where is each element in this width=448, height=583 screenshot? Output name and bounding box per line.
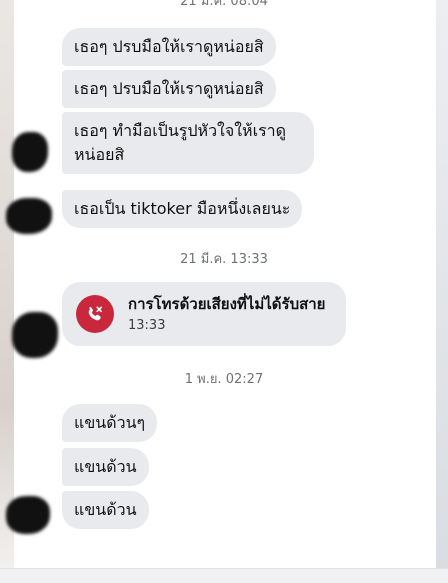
missed-call-icon [76,295,114,333]
message-bubble[interactable]: เธอเป็น tiktoker มือหนึ่งเลยนะ [62,190,303,228]
message-text: แขนด้วนๆ [74,413,146,432]
message-text: เธอเป็น tiktoker มือหนึ่งเลยนะ [74,199,291,218]
message-bubble[interactable]: แขนด้วน [62,448,149,486]
composer-bar [0,568,448,583]
timestamp-top: 21 มี.ค. 08:04 [180,0,268,9]
timestamp-middle: 21 มี.ค. 13:33 [180,252,268,267]
missed-call-time: 13:33 [128,318,166,333]
message-text: เธอๆ ทำมือเป็นรูปหัวใจให้เราดูหน่อยสิ [74,121,287,164]
message-bubble[interactable]: เธอๆ ปรบมือให้เราดูหน่อยสิ [62,70,276,108]
timestamp-bottom: 1 พ.ย. 02:27 [184,372,264,387]
message-text: เธอๆ ปรบมือให้เราดูหน่อยสิ [74,37,264,56]
redacted-avatar [12,132,48,172]
redacted-avatar [6,496,50,534]
redacted-avatar [12,312,58,358]
message-text: แขนด้วน [74,457,137,476]
message-text: แขนด้วน [74,500,137,519]
message-bubble[interactable]: เธอๆ ปรบมือให้เราดูหน่อยสิ [62,28,276,66]
message-bubble[interactable]: เธอๆ ทำมือเป็นรูปหัวใจให้เราดูหน่อยสิ [62,112,314,174]
left-photo-edge [0,0,14,583]
redacted-avatar [6,198,52,234]
missed-call-title: การโทรด้วยเสียงที่ไม่ได้รับสาย [128,295,326,313]
right-scroll-edge [436,0,448,583]
missed-call-card[interactable]: การโทรด้วยเสียงที่ไม่ได้รับสาย 13:33 [62,282,346,346]
message-bubble[interactable]: แขนด้วน [62,491,149,529]
message-bubble[interactable]: แขนด้วนๆ [62,404,158,442]
message-text: เธอๆ ปรบมือให้เราดูหน่อยสิ [74,79,264,98]
